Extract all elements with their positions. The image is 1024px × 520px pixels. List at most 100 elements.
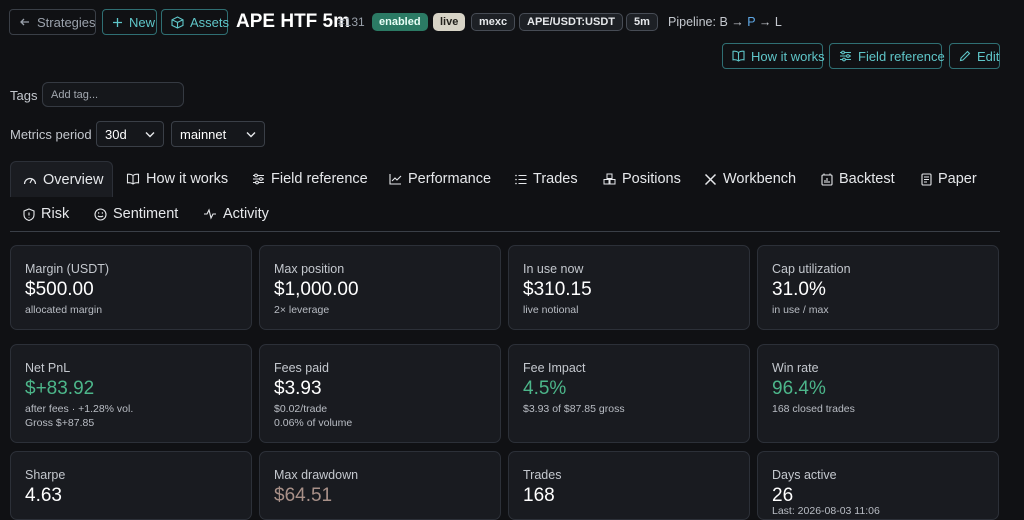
pipeline-label: Pipeline: (668, 15, 716, 29)
tab-label: Field reference (271, 171, 368, 187)
tab-label: Risk (41, 206, 70, 222)
arrow-right-icon: → (758, 15, 772, 29)
tab-positions[interactable]: Positions (603, 161, 681, 197)
page-title: APE HTF 5m (236, 11, 351, 32)
assets-label: Assets (190, 14, 230, 30)
metric-card-fee-impact: Fee Impact 4.5% $3.93 of $87.85 gross (508, 344, 750, 443)
new-label: New (129, 14, 156, 30)
line-chart-icon (389, 173, 402, 185)
how-it-works-button[interactable]: How it works (722, 43, 825, 69)
metrics-period-label: Metrics period (10, 127, 92, 142)
metric-card-max-position: Max position $1,000.00 2× leverage (259, 245, 501, 330)
tab-sentiment[interactable]: Sentiment (94, 196, 178, 232)
chevron-down-icon (145, 131, 155, 138)
calendar-chart-icon (821, 173, 833, 186)
field-reference-label: Field reference (858, 48, 945, 64)
document-icon (921, 172, 932, 186)
back-to-strategies-button[interactable]: Strategies (9, 9, 96, 35)
back-label: Strategies (37, 14, 96, 30)
tab-backtest[interactable]: Backtest (821, 161, 895, 197)
metric-value: 4.5% (523, 378, 567, 399)
activity-icon (203, 208, 217, 220)
tab-label: How it works (146, 171, 229, 187)
metric-value: $3.93 (274, 378, 322, 399)
tab-field-reference[interactable]: Field reference (252, 161, 368, 197)
tab-label: Paper (938, 171, 977, 187)
metric-label: Sharpe (25, 468, 66, 482)
metric-subtext: $0.02/trade (274, 403, 328, 415)
new-strategy-button[interactable]: New (102, 9, 157, 35)
edit-label: Edit (977, 48, 1000, 64)
metric-card-cap-utilization: Cap utilization 31.0% in use / max (757, 245, 999, 330)
tab-paper[interactable]: Paper (921, 161, 977, 197)
arrow-right-icon: → (731, 15, 744, 29)
network-value: mainnet (180, 126, 227, 142)
metric-value: 168 (523, 485, 555, 506)
sliders-icon (252, 173, 265, 185)
tab-performance[interactable]: Performance (389, 161, 491, 197)
pair-badge: APE/USDT:USDT (519, 13, 624, 31)
metric-subtext: 0.06% of volume (274, 417, 353, 429)
tab-workbench[interactable]: Workbench (704, 161, 796, 197)
period-select[interactable]: 30d (96, 121, 164, 147)
tab-risk[interactable]: Risk (23, 196, 69, 232)
metric-subtext: Last: 2026-08-03 11:06 (772, 505, 880, 517)
metric-subtext: 2× leverage (274, 304, 330, 316)
metric-subtext: allocated margin (25, 304, 103, 316)
gauge-icon (23, 174, 37, 186)
metric-value: $500.00 (25, 279, 94, 300)
metric-label: Fees paid (274, 361, 329, 375)
smile-icon (94, 207, 107, 221)
shield-icon (23, 207, 35, 221)
metric-subtext: live notional (523, 304, 579, 316)
metric-subtext: after fees · +1.28% vol. (25, 403, 134, 415)
tab-label: Positions (622, 171, 681, 187)
pipeline-step-b: B (719, 15, 728, 29)
exchange-badge: mexc (471, 13, 516, 31)
edit-button[interactable]: Edit (949, 43, 1000, 69)
metric-card-trades: Trades 168 (508, 451, 750, 520)
tab-label: Activity (223, 206, 269, 222)
pencil-icon (959, 50, 971, 62)
period-value: 30d (105, 126, 127, 142)
metric-card-win-rate: Win rate 96.4% 168 closed trades (757, 344, 999, 443)
assets-button[interactable]: Assets (161, 9, 230, 35)
metric-card-fees-paid: Fees paid $3.93 $0.02/trade 0.06% of vol… (259, 344, 501, 443)
tab-activity[interactable]: Activity (203, 196, 269, 232)
metric-card-sharpe: Sharpe 4.63 (10, 451, 252, 520)
metric-value: $310.15 (523, 279, 592, 300)
tab-how-it-works[interactable]: How it works (126, 161, 228, 197)
boxes-icon (603, 173, 616, 185)
tab-trades[interactable]: Trades (515, 161, 578, 197)
metric-label: Trades (523, 468, 562, 482)
add-tag-input[interactable] (42, 82, 184, 107)
how-it-works-label: How it works (751, 48, 825, 64)
tab-label: Performance (408, 171, 492, 187)
strategy-id: #131 (338, 15, 365, 29)
cube-icon (171, 15, 184, 29)
book-icon (732, 50, 745, 62)
tab-label: Overview (43, 171, 104, 188)
metric-card-max-drawdown: Max drawdown $64.51 (259, 451, 501, 520)
metric-subtext: in use / max (772, 304, 829, 316)
list-icon (515, 174, 527, 185)
field-reference-button[interactable]: Field reference (829, 43, 945, 69)
tags-label: Tags (10, 88, 38, 103)
network-select[interactable]: mainnet (171, 121, 265, 147)
tab-overview[interactable]: Overview (10, 161, 113, 197)
metric-value: 4.63 (25, 485, 62, 506)
metric-label: Margin (USDT) (25, 262, 110, 276)
metric-subtext: $3.93 of $87.85 gross (523, 403, 625, 415)
metric-label: Win rate (772, 361, 819, 375)
pipeline-step-l: L (774, 15, 782, 29)
pipeline-indicator: Pipeline: B → P → L (668, 15, 782, 29)
pipeline-step-p: P (747, 15, 756, 29)
chevron-down-icon (246, 131, 256, 138)
metric-card-in-use-now: In use now $310.15 live notional (508, 245, 750, 330)
tab-label: Sentiment (113, 206, 179, 222)
book-icon (126, 173, 140, 185)
metric-label: Max position (274, 262, 345, 276)
metric-label: Days active (772, 468, 837, 482)
metric-label: Fee Impact (523, 361, 586, 375)
metric-value: 96.4% (772, 378, 826, 399)
